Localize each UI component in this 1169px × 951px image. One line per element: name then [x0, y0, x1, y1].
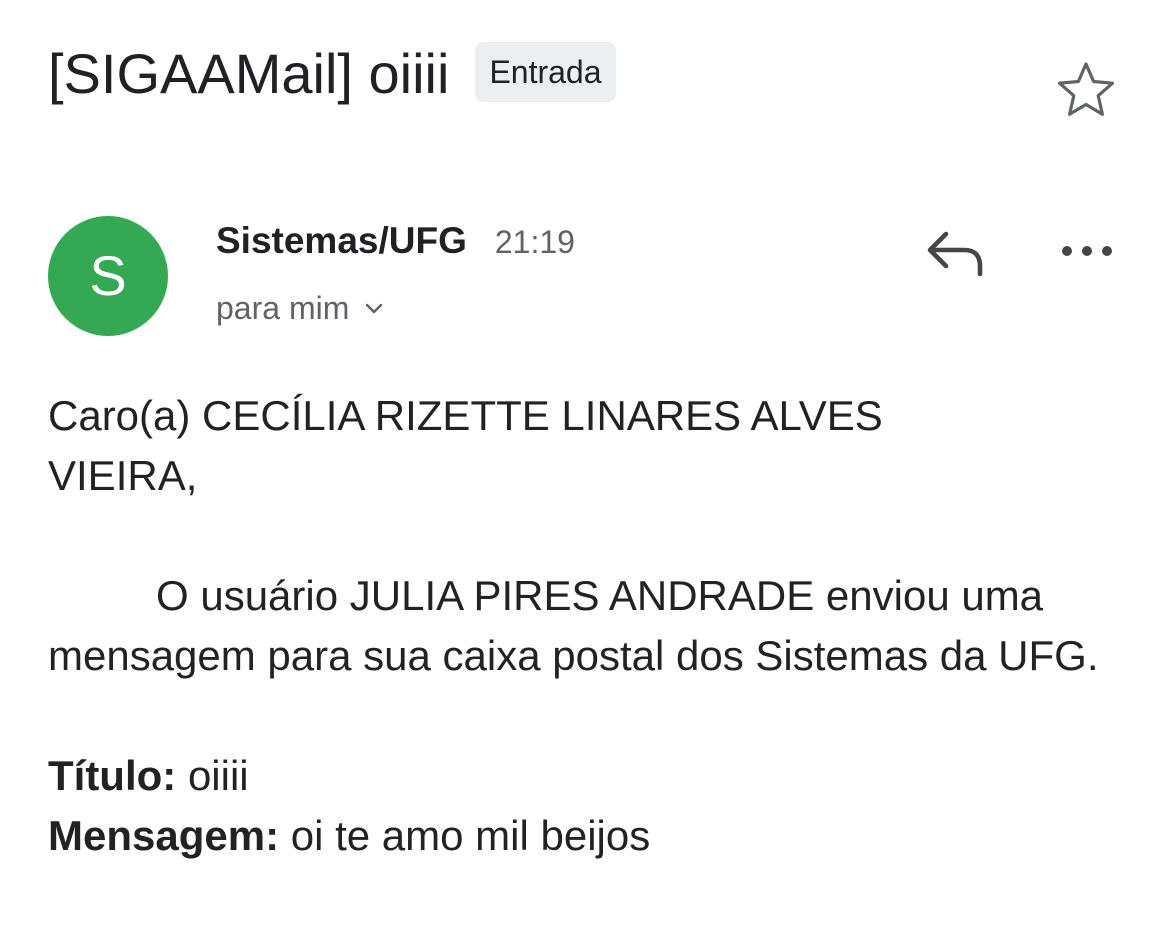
email-subject: [SIGAAMail] oiiii [48, 42, 450, 105]
email-paragraph: O usuário JULIA PIRES ANDRADE enviou uma… [48, 572, 1099, 679]
email-body: Caro(a) CECÍLIA RIZETTE LINARES ALVES VI… [48, 386, 1138, 866]
title-label: Título: [48, 752, 177, 799]
title-value: oiiii [176, 752, 249, 799]
message-value: oi te amo mil beijos [279, 812, 651, 859]
recipient-label: para mim [216, 290, 350, 326]
title-field: Título: oiiii [48, 746, 1138, 806]
message-fields: Título: oiiii Mensagem: oi te amo mil be… [48, 746, 1138, 866]
sender-avatar[interactable]: S [48, 216, 168, 336]
reply-icon[interactable] [924, 226, 986, 278]
sender-info: Sistemas/UFG 21:19 [216, 220, 575, 262]
sender-name[interactable]: Sistemas/UFG [216, 220, 467, 262]
recipient-details-toggle[interactable]: para mim [216, 290, 385, 327]
inbox-label-chip[interactable]: Entrada [475, 42, 616, 102]
email-header: [SIGAAMail] oiiii Entrada [48, 38, 616, 110]
message-field: Mensagem: oi te amo mil beijos [48, 806, 1138, 866]
chevron-down-icon [366, 303, 383, 313]
star-icon[interactable] [1054, 58, 1118, 122]
more-options-icon[interactable] [1058, 236, 1116, 266]
email-greeting: Caro(a) CECÍLIA RIZETTE LINARES ALVES VI… [48, 392, 883, 499]
message-time: 21:19 [494, 224, 575, 260]
message-label: Mensagem: [48, 812, 280, 859]
